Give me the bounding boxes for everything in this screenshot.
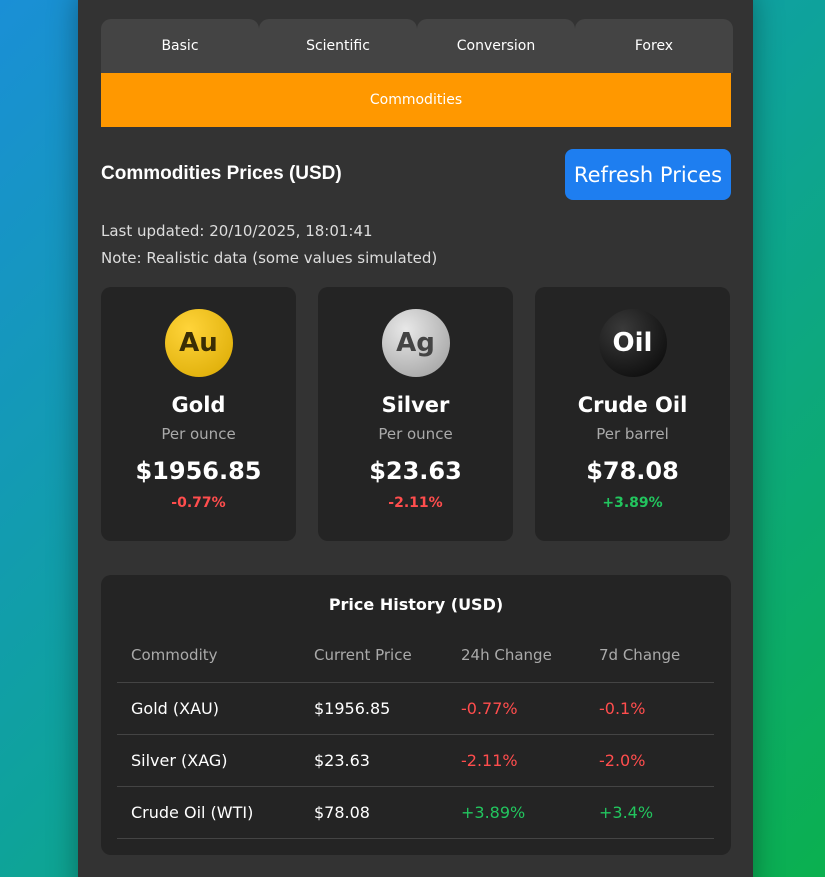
price-history-table: Commodity Current Price 24h Change 7d Ch…: [117, 629, 714, 839]
card-name: Crude Oil: [577, 393, 688, 417]
card-change: -0.77%: [171, 495, 226, 511]
meta-info: Last updated: 20/10/2025, 18:01:41 Note:…: [101, 218, 437, 272]
price-cell: $78.08: [300, 786, 447, 839]
change-7d-cell: -2.0%: [585, 734, 714, 787]
card-name: Silver: [381, 393, 450, 417]
silver-coin-icon: Ag: [381, 309, 450, 377]
commodity-cards: Au Gold Per ounce $1956.85 -0.77% Ag Sil…: [101, 287, 731, 541]
tab-commodities[interactable]: Commodities: [101, 73, 731, 127]
price-cell: $23.63: [300, 734, 447, 787]
card-price: $1956.85: [135, 457, 262, 485]
column-header: 7d Change: [585, 629, 714, 683]
gold-coin-icon: Au: [164, 309, 233, 377]
page-title: Commodities Prices (USD): [101, 163, 342, 184]
data-note-text: Note: Realistic data (some values simula…: [101, 249, 438, 267]
commodity-cell: Crude Oil (WTI): [117, 786, 300, 839]
card-unit: Per ounce: [161, 425, 236, 443]
card-silver: Ag Silver Per ounce $23.63 -2.11%: [318, 287, 513, 541]
change-24h-cell: -2.11%: [447, 734, 585, 787]
page-header: Commodities Prices (USD) Refresh Prices: [101, 149, 731, 200]
card-crude-oil: Oil Crude Oil Per barrel $78.08 +3.89%: [535, 287, 730, 541]
tab-scientific[interactable]: Scientific: [259, 19, 417, 73]
table-row: Crude Oil (WTI) $78.08 +3.89% +3.4%: [117, 786, 714, 839]
card-unit: Per barrel: [596, 425, 669, 443]
change-24h-cell: +3.89%: [447, 786, 585, 839]
table-row: Silver (XAG) $23.63 -2.11% -2.0%: [117, 734, 714, 787]
commodity-cell: Gold (XAU): [117, 682, 300, 735]
change-7d-cell: -0.1%: [585, 682, 714, 735]
card-price: $78.08: [586, 457, 679, 485]
oil-drop-icon: Oil: [598, 309, 667, 377]
last-updated-text: Last updated: 20/10/2025, 18:01:41: [101, 222, 373, 240]
card-name: Gold: [171, 393, 226, 417]
tab-forex[interactable]: Forex: [575, 19, 733, 73]
card-price: $23.63: [369, 457, 462, 485]
table-header-row: Commodity Current Price 24h Change 7d Ch…: [117, 629, 714, 683]
tab-bar: Basic Scientific Conversion Forex Commod…: [101, 19, 733, 127]
refresh-prices-button[interactable]: Refresh Prices: [565, 149, 731, 200]
card-gold: Au Gold Per ounce $1956.85 -0.77%: [101, 287, 296, 541]
table-row: Gold (XAU) $1956.85 -0.77% -0.1%: [117, 682, 714, 735]
change-24h-cell: -0.77%: [447, 682, 585, 735]
card-change: +3.89%: [602, 495, 663, 511]
price-history-panel: Price History (USD) Commodity Current Pr…: [101, 575, 731, 855]
column-header: 24h Change: [447, 629, 585, 683]
card-change: -2.11%: [388, 495, 443, 511]
history-title: Price History (USD): [328, 595, 504, 614]
column-header: Current Price: [300, 629, 447, 683]
tab-basic[interactable]: Basic: [101, 19, 259, 73]
commodity-cell: Silver (XAG): [117, 734, 300, 787]
change-7d-cell: +3.4%: [585, 786, 714, 839]
tab-conversion[interactable]: Conversion: [417, 19, 575, 73]
column-header: Commodity: [117, 629, 300, 683]
price-cell: $1956.85: [300, 682, 447, 735]
card-unit: Per ounce: [378, 425, 453, 443]
